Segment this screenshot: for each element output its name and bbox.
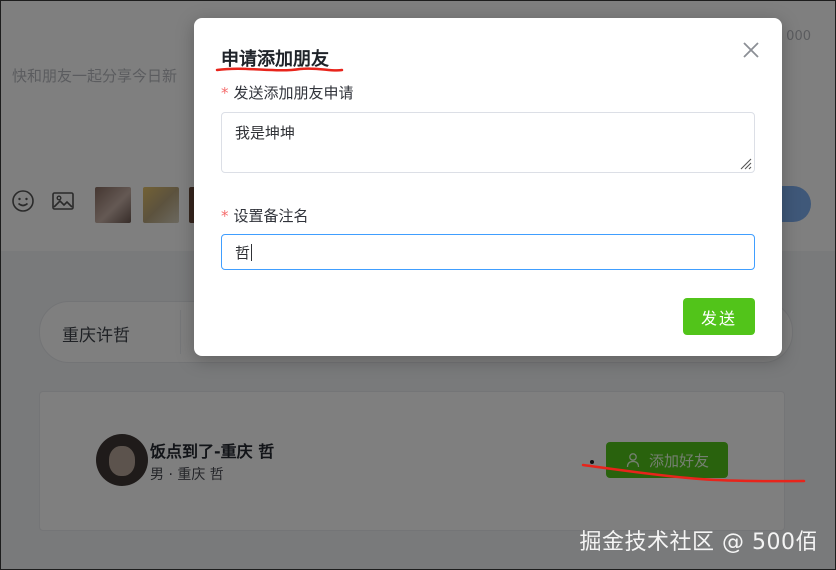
required-mark: * bbox=[221, 207, 229, 225]
dialog-title: 申请添加朋友 bbox=[221, 49, 329, 70]
remark-input[interactable]: 哲 bbox=[221, 234, 755, 270]
request-label: * 发送添加朋友申请 bbox=[221, 82, 354, 103]
send-button[interactable]: 发送 bbox=[683, 298, 755, 335]
remark-label: * 设置备注名 bbox=[221, 205, 309, 226]
remark-input-value[interactable]: 哲 bbox=[235, 242, 253, 263]
watermark: 掘金技术社区 @ 500佰 bbox=[579, 530, 818, 555]
request-label-text: 发送添加朋友申请 bbox=[233, 84, 354, 102]
close-icon[interactable] bbox=[741, 40, 761, 60]
request-textarea[interactable]: 我是坤坤 bbox=[221, 112, 755, 173]
remark-input-text: 哲 bbox=[235, 244, 251, 262]
text-caret bbox=[251, 244, 253, 261]
remark-label-text: 设置备注名 bbox=[233, 207, 309, 225]
resize-grip-icon[interactable] bbox=[738, 156, 752, 170]
required-mark: * bbox=[221, 84, 229, 102]
request-textarea-value[interactable]: 我是坤坤 bbox=[235, 122, 295, 143]
add-friend-dialog: 申请添加朋友 * 发送添加朋友申请 我是坤坤 * 设置备注名 哲 发送 bbox=[194, 18, 782, 356]
